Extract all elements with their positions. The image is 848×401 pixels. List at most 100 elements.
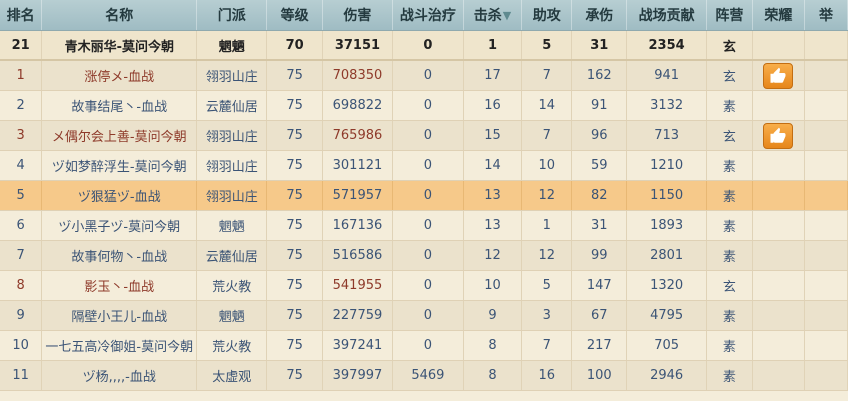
header-damage[interactable]: 伤害 [323,0,393,30]
honor-cell [753,331,805,360]
camp-cell: 玄 [707,61,753,90]
table-row[interactable]: 8 影玉丶-血战 荒火教 75 541955 0 10 5 147 1320 玄 [0,271,848,301]
contribution-cell: 1893 [627,211,708,240]
chevron-down-icon[interactable]: ▼ [503,9,511,22]
header-level[interactable]: 等级 [267,0,323,30]
player-name[interactable]: 一七五高冷御姐-莫问今朝 [42,331,198,360]
player-name[interactable]: 故事何物丶-血战 [42,241,198,270]
player-name[interactable]: 涨停メ-血战 [42,61,198,90]
sect-cell: 云麓仙居 [197,91,268,120]
camp-cell: 素 [707,211,753,240]
damage-taken-cell: 100 [572,361,628,390]
like-button[interactable] [763,122,794,149]
header-taken[interactable]: 承伤 [572,0,628,30]
table-row[interactable]: 2 故事结尾丶-血战 云麓仙居 75 698822 0 16 14 91 3132 素 [0,91,848,121]
damage-taken-cell: 96 [572,121,628,150]
level-cell: 75 [267,241,323,270]
header-rank[interactable]: 排名 [0,0,43,30]
table-body: 21 青木丽华-莫问今朝 魍魉 70 37151 0 1 5 31 2354 玄 1 涨停メ-血战 翎羽山… [0,31,848,391]
damage-cell: 397997 [323,361,393,390]
header-camp[interactable]: 阵营 [707,0,753,30]
heal-cell: 0 [393,151,464,180]
damage-cell: 301121 [323,151,393,180]
player-name[interactable]: 青木丽华-莫问今朝 [42,31,198,59]
header-contribution[interactable]: 战场贡献 [627,0,708,30]
table-row[interactable]: 9 隔壁小王儿-血战 魍魉 75 227759 0 9 3 67 4795 素 [0,301,848,331]
kills-cell: 17 [464,61,523,90]
player-name[interactable]: ヅ如梦醉浮生-莫问今朝 [42,151,198,180]
level-cell: 75 [267,151,323,180]
assists-cell: 7 [522,61,573,90]
damage-taken-cell: 31 [572,31,628,59]
player-name[interactable]: ヅ小黑子ヅ-莫问今朝 [42,211,198,240]
player-name[interactable]: ヅ狠猛ヅ-血战 [42,181,198,210]
table-row[interactable]: 7 故事何物丶-血战 云麓仙居 75 516586 0 12 12 99 2801 素 [0,241,848,271]
level-cell: 75 [267,121,323,150]
header-honor[interactable]: 荣耀 [753,0,805,30]
table-row[interactable]: 5 ヅ狠猛ヅ-血战 翎羽山庄 75 571957 0 13 12 82 1150 素 [0,181,848,211]
report-cell [805,151,848,180]
header-sect[interactable]: 门派 [197,0,268,30]
damage-taken-cell: 162 [572,61,628,90]
table-row[interactable]: 10 一七五高冷御姐-莫问今朝 荒火教 75 397241 0 8 7 217 705 素 [0,331,848,361]
rank-cell: 7 [0,241,43,270]
player-name[interactable]: ヅ杨,,,,-血战 [42,361,198,390]
report-cell [805,211,848,240]
assists-cell: 5 [522,271,573,300]
table-row[interactable]: 4 ヅ如梦醉浮生-莫问今朝 翎羽山庄 75 301121 0 14 10 59 1210 素 [0,151,848,181]
battlefield-scoreboard: 排名 名称 门派 等级 伤害 战斗治疗 击杀 ▼ 助攻 承伤 战场贡献 阵营 荣… [0,0,848,401]
level-cell: 75 [267,181,323,210]
camp-cell: 素 [707,151,753,180]
assists-cell: 3 [522,301,573,330]
player-name[interactable]: メ偶尔会上善-莫问今朝 [42,121,198,150]
camp-cell: 素 [707,181,753,210]
report-cell [805,31,848,59]
table-row[interactable]: 21 青木丽华-莫问今朝 魍魉 70 37151 0 1 5 31 2354 玄 [0,31,848,61]
contribution-cell: 2354 [627,31,708,59]
report-cell [805,301,848,330]
report-cell [805,121,848,150]
header-name[interactable]: 名称 [42,0,198,30]
table-row[interactable]: 3 メ偶尔会上善-莫问今朝 翎羽山庄 75 765986 0 15 7 96 713 玄 [0,121,848,151]
player-name[interactable]: 故事结尾丶-血战 [42,91,198,120]
assists-cell: 7 [522,121,573,150]
honor-cell [753,151,805,180]
heal-cell: 0 [393,331,464,360]
header-assists[interactable]: 助攻 [522,0,573,30]
sect-cell: 太虚观 [197,361,268,390]
rank-cell: 10 [0,331,43,360]
honor-cell [753,271,805,300]
header-heal[interactable]: 战斗治疗 [393,0,464,30]
header-kills[interactable]: 击杀 ▼ [464,0,523,30]
player-name[interactable]: 影玉丶-血战 [42,271,198,300]
damage-cell: 227759 [323,301,393,330]
level-cell: 75 [267,91,323,120]
like-button[interactable] [763,62,794,89]
camp-cell: 玄 [707,121,753,150]
damage-taken-cell: 31 [572,211,628,240]
heal-cell: 0 [393,91,464,120]
thumbs-up-icon [769,127,787,145]
header-report[interactable]: 举 [805,0,848,30]
contribution-cell: 1210 [627,151,708,180]
rank-cell: 9 [0,301,43,330]
honor-cell [753,211,805,240]
level-cell: 75 [267,361,323,390]
table-row[interactable]: 11 ヅ杨,,,,-血战 太虚观 75 397997 5469 8 16 100 2946 素 [0,361,848,391]
damage-cell: 37151 [323,31,393,59]
camp-cell: 素 [707,361,753,390]
honor-cell [753,91,805,120]
camp-cell: 玄 [707,271,753,300]
table-row[interactable]: 1 涨停メ-血战 翎羽山庄 75 708350 0 17 7 162 941 玄 [0,61,848,91]
level-cell: 70 [267,31,323,59]
level-cell: 75 [267,271,323,300]
kills-cell: 1 [464,31,523,59]
damage-cell: 397241 [323,331,393,360]
heal-cell: 0 [393,271,464,300]
damage-cell: 765986 [323,121,393,150]
damage-taken-cell: 67 [572,301,628,330]
player-name[interactable]: 隔壁小王儿-血战 [42,301,198,330]
damage-taken-cell: 147 [572,271,628,300]
level-cell: 75 [267,61,323,90]
table-row[interactable]: 6 ヅ小黑子ヅ-莫问今朝 魍魉 75 167136 0 13 1 31 1893 素 [0,211,848,241]
